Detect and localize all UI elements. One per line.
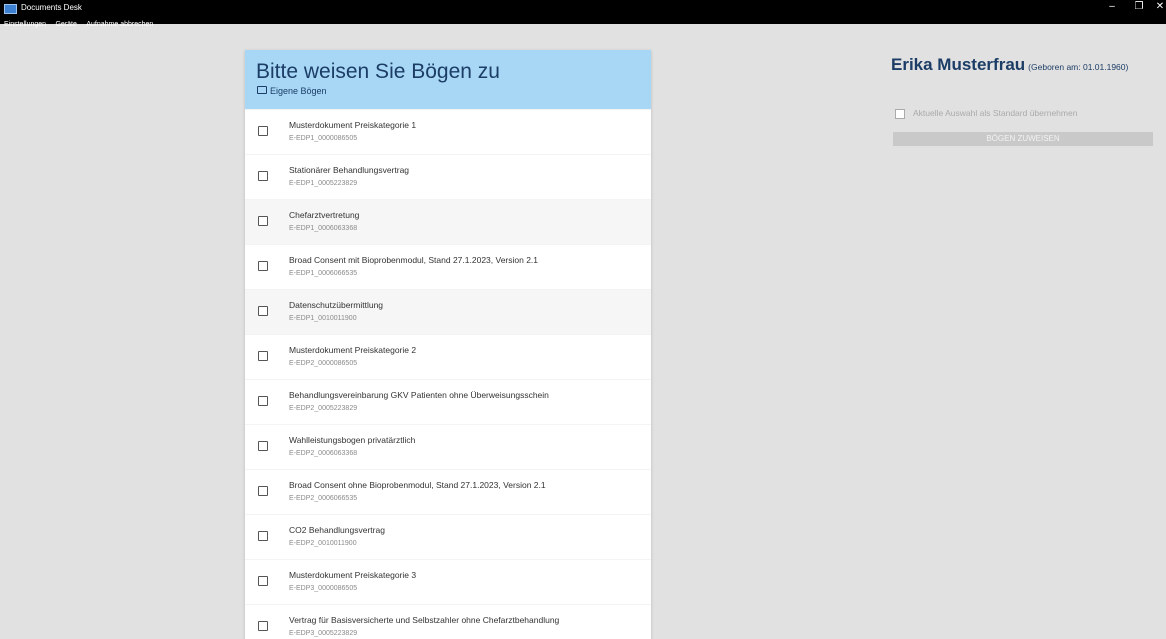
document-title: Behandlungsvereinbarung GKV Patienten oh… <box>289 390 549 400</box>
patient-header: Erika Musterfrau (Geboren am: 01.01.1960) <box>891 55 1128 75</box>
document-row[interactable]: Musterdokument Preiskategorie 2 E-EDP2_0… <box>245 334 651 379</box>
document-row[interactable]: Behandlungsvereinbarung GKV Patienten oh… <box>245 379 651 424</box>
menu-geraete[interactable]: Geräte <box>55 19 76 30</box>
document-title: CO2 Behandlungsvertrag <box>289 525 385 535</box>
document-title: Stationärer Behandlungsvertrag <box>289 165 410 175</box>
document-title: Musterdokument Preiskategorie 2 <box>289 345 417 355</box>
document-checkbox[interactable] <box>258 171 268 181</box>
document-assignment-panel: Bitte weisen Sie Bögen zu Eigene Bögen M… <box>245 50 651 639</box>
document-title: Broad Consent mit Bioprobenmodul, Stand … <box>289 255 539 265</box>
document-code: E-EDP2_0005223829 <box>289 405 358 412</box>
document-title: Vertrag für Basisversicherte und Selbstz… <box>289 615 560 625</box>
document-title: Musterdokument Preiskategorie 3 <box>289 570 417 580</box>
document-code: E-EDP1_0006063368 <box>289 225 358 232</box>
document-checkbox[interactable] <box>258 486 268 496</box>
minimize-icon[interactable]: – <box>1100 0 1124 14</box>
page-title: Bitte weisen Sie Bögen zu <box>256 60 500 83</box>
document-title: Datenschutzübermittlung <box>289 300 384 310</box>
document-code: E-EDP1_0010011900 <box>289 315 357 322</box>
patient-birthdate: (Geboren am: 01.01.1960) <box>1028 62 1129 72</box>
standard-selection-label: Aktuelle Auswahl als Standard übernehmen <box>913 108 1078 118</box>
document-row[interactable]: Stationärer Behandlungsvertrag E-EDP1_00… <box>245 154 651 199</box>
document-row[interactable]: Datenschutzübermittlung E-EDP1_001001190… <box>245 289 651 334</box>
document-checkbox[interactable] <box>258 531 268 541</box>
document-row[interactable]: CO2 Behandlungsvertrag E-EDP2_0010011900 <box>245 514 651 559</box>
close-icon[interactable]: ✕ <box>1154 0 1166 14</box>
own-forms-link[interactable]: Eigene Bögen <box>257 86 327 96</box>
document-row[interactable]: Vertrag für Basisversicherte und Selbstz… <box>245 604 651 639</box>
document-checkbox[interactable] <box>258 351 268 361</box>
document-row[interactable]: Musterdokument Preiskategorie 1 E-EDP1_0… <box>245 109 651 154</box>
document-checkbox[interactable] <box>258 126 268 136</box>
document-checkbox[interactable] <box>258 441 268 451</box>
document-code: E-EDP3_0000086505 <box>289 585 358 592</box>
document-checkbox[interactable] <box>258 261 268 271</box>
assign-forms-button[interactable]: BÖGEN ZUWEISEN <box>893 132 1153 146</box>
document-row[interactable]: Broad Consent ohne Bioprobenmodul, Stand… <box>245 469 651 514</box>
menu-einstellungen[interactable]: Einstellungen <box>4 19 46 30</box>
document-code: E-EDP3_0005223829 <box>289 630 358 637</box>
document-code: E-EDP2_0006063368 <box>289 450 358 457</box>
document-code: E-EDP1_0005223829 <box>289 180 358 187</box>
document-row[interactable]: Chefarztvertretung E-EDP1_0006063368 <box>245 199 651 244</box>
document-checkbox[interactable] <box>258 216 268 226</box>
document-code: E-EDP2_0000086505 <box>289 360 358 367</box>
document-row[interactable]: Broad Consent mit Bioprobenmodul, Stand … <box>245 244 651 289</box>
window-titlebar: Documents Desk Einstellungen Geräte Aufn… <box>0 0 1166 28</box>
document-checkbox[interactable] <box>258 306 268 316</box>
restore-icon[interactable]: ❐ <box>1127 0 1151 14</box>
standard-selection-checkbox[interactable] <box>895 109 905 119</box>
document-code: E-EDP2_0010011900 <box>289 540 357 547</box>
document-title: Musterdokument Preiskategorie 1 <box>289 120 417 130</box>
document-checkbox[interactable] <box>258 621 268 631</box>
document-title: Broad Consent ohne Bioprobenmodul, Stand… <box>289 480 546 490</box>
document-checkbox[interactable] <box>258 576 268 586</box>
document-code: E-EDP2_0006066535 <box>289 495 358 502</box>
patient-name: Erika Musterfrau <box>891 55 1026 74</box>
document-row[interactable]: Wahlleistungsbogen privatärztlich E-EDP2… <box>245 424 651 469</box>
menu-bar: Einstellungen Geräte Aufnahme abbrechen <box>0 13 153 28</box>
own-forms-label: Eigene Bögen <box>270 86 327 96</box>
panel-header: Bitte weisen Sie Bögen zu Eigene Bögen <box>245 50 651 109</box>
document-checkbox[interactable] <box>258 396 268 406</box>
document-title: Wahlleistungsbogen privatärztlich <box>289 435 416 445</box>
document-code: E-EDP1_0000086505 <box>289 135 358 142</box>
folder-icon <box>257 86 267 94</box>
document-code: E-EDP1_0006066535 <box>289 270 358 277</box>
menu-aufnahme-abbrechen[interactable]: Aufnahme abbrechen <box>86 19 153 30</box>
document-title: Chefarztvertretung <box>289 210 360 220</box>
document-row[interactable]: Musterdokument Preiskategorie 3 E-EDP3_0… <box>245 559 651 604</box>
